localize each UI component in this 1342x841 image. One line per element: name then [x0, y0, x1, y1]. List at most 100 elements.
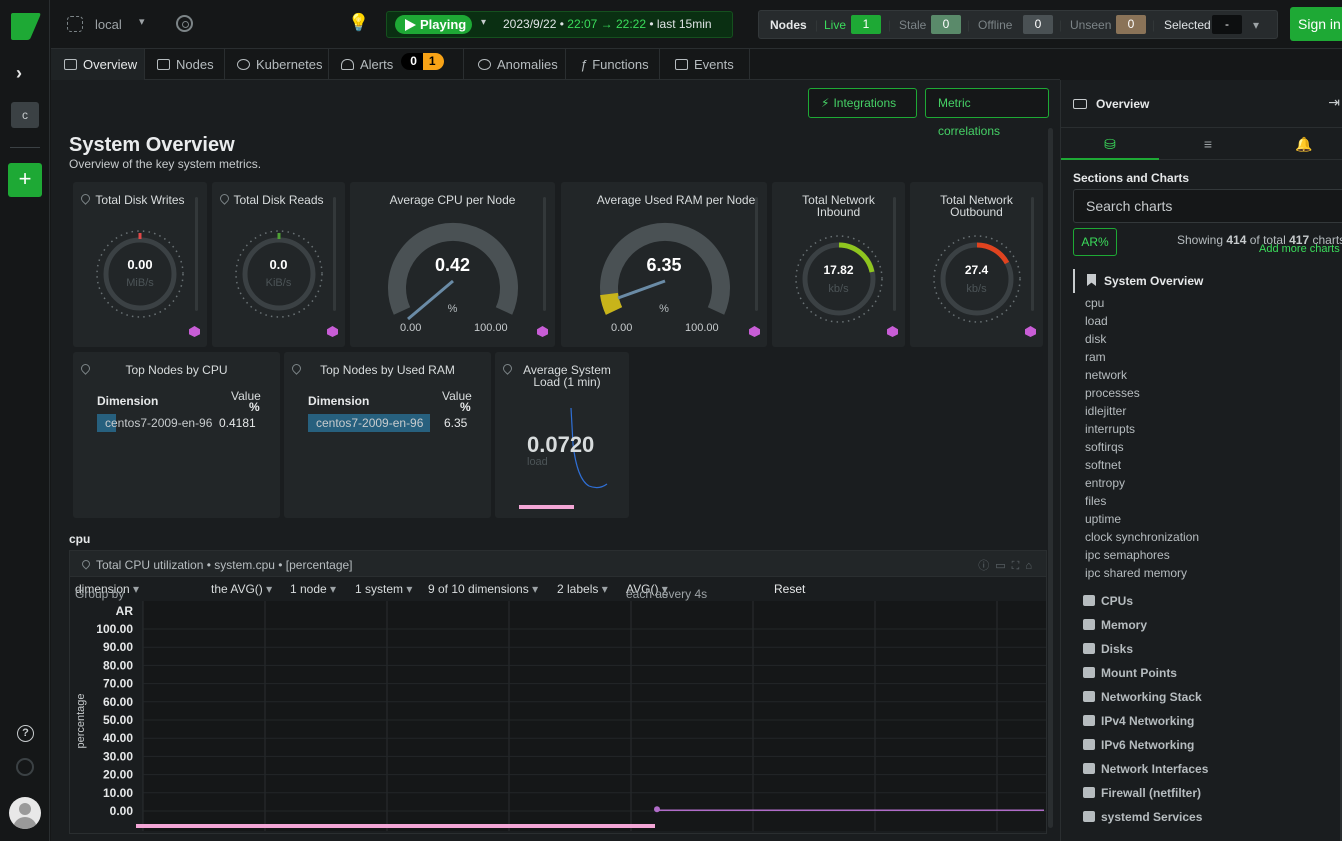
sidebar-subitem[interactable]: interrupts: [1085, 422, 1135, 436]
pin-icon[interactable]: [80, 558, 92, 570]
tab-alerts[interactable]: Alerts 0 1: [329, 49, 464, 80]
info-icon[interactable]: ⓘ: [978, 560, 995, 572]
sidebar-subitem[interactable]: uptime: [1085, 512, 1121, 526]
right-sidebar: Overview ⇥ ⛁ ≡ 🔔 Sections and Charts Sea…: [1060, 80, 1342, 841]
sidebar-group-item[interactable]: CPUs: [1083, 594, 1133, 608]
drawer-icon[interactable]: ▭: [995, 560, 1011, 572]
sidebar-subitem[interactable]: entropy: [1085, 476, 1125, 490]
col-dimension: Dimension: [308, 394, 370, 408]
nodes-filter[interactable]: 1 node ▾: [290, 582, 336, 596]
play-button[interactable]: Playing: [395, 15, 472, 34]
dimension-name[interactable]: centos7-2009-en-96: [105, 416, 212, 430]
sidebar-item-system-overview[interactable]: System Overview: [1073, 269, 1203, 293]
sidebar-subitem[interactable]: processes: [1085, 386, 1140, 400]
user-avatar[interactable]: [9, 797, 41, 829]
sidebar-subitem[interactable]: clock synchronization: [1085, 530, 1199, 544]
reset-button[interactable]: Reset: [774, 582, 805, 596]
time-range-display[interactable]: 2023/9/22 • 22:07 → 22:22 • last 15min: [503, 17, 712, 31]
title-line-2: Outbound: [950, 205, 1003, 219]
selected-value-badge[interactable]: -: [1212, 15, 1242, 34]
sidebar-group-item[interactable]: IPv6 Networking: [1083, 738, 1194, 752]
chevron-down-icon[interactable]: ▾: [139, 15, 145, 28]
sidebar-subitem[interactable]: ram: [1085, 350, 1106, 364]
space-settings-icon[interactable]: [176, 15, 193, 32]
sidebar-group-item[interactable]: systemd Services: [1083, 810, 1202, 824]
alert-count-badges[interactable]: 01: [401, 53, 444, 70]
tab-label: Kubernetes: [256, 57, 323, 72]
integrations-button[interactable]: ⚡ Integrations: [808, 88, 917, 118]
time-aggregation-control[interactable]: each as AVG() every 4s ▾: [626, 582, 707, 601]
add-more-charts-link[interactable]: Add more charts: [1259, 243, 1340, 255]
sidebar-tab-alerts[interactable]: 🔔: [1257, 128, 1342, 160]
time-from: 22:07: [567, 17, 598, 31]
sidebar-subitem[interactable]: load: [1085, 314, 1108, 328]
labels-filter[interactable]: 2 labels ▾: [557, 582, 608, 596]
sidebar-subitem[interactable]: files: [1085, 494, 1106, 508]
sidebar-subitem[interactable]: softnet: [1085, 458, 1121, 472]
tab-events[interactable]: Events: [660, 49, 750, 80]
systems-filter[interactable]: 1 system ▾: [355, 582, 412, 596]
sidebar-subitem[interactable]: network: [1085, 368, 1127, 382]
sidebar-subitem[interactable]: idlejitter: [1085, 404, 1126, 418]
lightbulb-icon[interactable]: 💡: [348, 13, 369, 33]
settings-icon[interactable]: [16, 758, 34, 776]
alert-icon[interactable]: ⌂: [1025, 560, 1038, 572]
main-scrollbar[interactable]: [1048, 128, 1053, 828]
sidebar-group-item[interactable]: Mount Points: [1083, 666, 1177, 680]
sections-heading: Sections and Charts: [1073, 171, 1190, 185]
tab-overview[interactable]: Overview: [51, 49, 145, 80]
aggregation-control[interactable]: the AVG() ▾: [211, 582, 272, 596]
tab-anomalies[interactable]: Anomalies: [464, 49, 566, 80]
offline-count-badge[interactable]: 0: [1023, 15, 1053, 34]
metric-correlations-button[interactable]: Metric correlations: [925, 88, 1049, 138]
collapse-sidebar-icon[interactable]: ⇥: [1328, 94, 1340, 111]
sidebar-group-item[interactable]: Networking Stack: [1083, 690, 1202, 704]
dimension-name[interactable]: centos7-2009-en-96: [316, 416, 423, 430]
sidebar-subitem[interactable]: softirqs: [1085, 440, 1124, 454]
ar-percent-button[interactable]: AR%: [1073, 228, 1117, 256]
sign-in-button[interactable]: Sign in: [1290, 7, 1342, 41]
live-count-badge[interactable]: 1: [851, 15, 881, 34]
expand-chevron-icon[interactable]: ›: [16, 63, 22, 84]
sidebar-tab-charts[interactable]: ⛁: [1061, 128, 1159, 160]
y-tick-label: 0.00: [110, 804, 134, 818]
play-options-chevron-icon[interactable]: ▾: [481, 17, 486, 28]
sidebar-group-item[interactable]: IPv4 Networking: [1083, 714, 1194, 728]
sidebar-group-item[interactable]: Disks: [1083, 642, 1133, 656]
stale-count-badge[interactable]: 0: [931, 15, 961, 34]
netdata-agent-icon: [327, 326, 338, 337]
dimensions-filter[interactable]: 9 of 10 dimensions ▾: [428, 582, 538, 596]
space-avatar[interactable]: c: [11, 102, 39, 128]
chart-tools[interactable]: ⓘ▭⛶⌂: [978, 557, 1038, 573]
fullscreen-icon[interactable]: ⛶: [1012, 560, 1026, 572]
space-icon[interactable]: [67, 16, 83, 32]
sidebar-group-item[interactable]: Firewall (netfilter): [1083, 786, 1201, 800]
sidebar-subitem[interactable]: ipc shared memory: [1085, 566, 1187, 580]
sidebar-subitem[interactable]: disk: [1085, 332, 1106, 346]
cpu-chart-plot[interactable]: 100.00 90.00 80.00 70.00 60.00 50.00 40.00 30.0…: [70, 601, 1046, 833]
systems-filter-value: 1 system: [355, 582, 404, 596]
col-unit: %: [249, 400, 260, 414]
highlight-range-bar[interactable]: [136, 824, 655, 828]
playback-control[interactable]: Playing ▾ 2023/9/22 • 22:07 → 22:22 • la…: [386, 11, 733, 38]
netdata-logo-icon[interactable]: [11, 13, 41, 40]
help-icon[interactable]: ?: [17, 725, 34, 742]
search-charts-input[interactable]: Search charts: [1073, 189, 1342, 223]
tab-nodes[interactable]: Nodes: [145, 49, 225, 80]
tab-kubernetes[interactable]: Kubernetes: [225, 49, 329, 80]
sidebar-tab-filters[interactable]: ≡: [1159, 128, 1257, 160]
unseen-count-badge[interactable]: 0: [1116, 15, 1146, 34]
space-name[interactable]: local: [95, 17, 122, 32]
sidebar-subitem[interactable]: cpu: [1085, 296, 1104, 310]
sidebar-group-item[interactable]: Memory: [1083, 618, 1147, 632]
add-space-button[interactable]: +: [8, 163, 42, 197]
tab-functions[interactable]: ƒ Functions: [566, 49, 660, 80]
gauge-unit: kb/s: [966, 283, 987, 295]
nodes-chevron-down-icon[interactable]: ▾: [1253, 18, 1259, 32]
y-tick-label: 20.00: [103, 768, 133, 782]
gauge-value: 17.82: [823, 263, 854, 277]
offline-label: Offline: [978, 18, 1013, 32]
group-by-control[interactable]: Group by dimension ▾: [75, 582, 139, 601]
sidebar-subitem[interactable]: ipc semaphores: [1085, 548, 1170, 562]
sidebar-group-item[interactable]: Network Interfaces: [1083, 762, 1208, 776]
